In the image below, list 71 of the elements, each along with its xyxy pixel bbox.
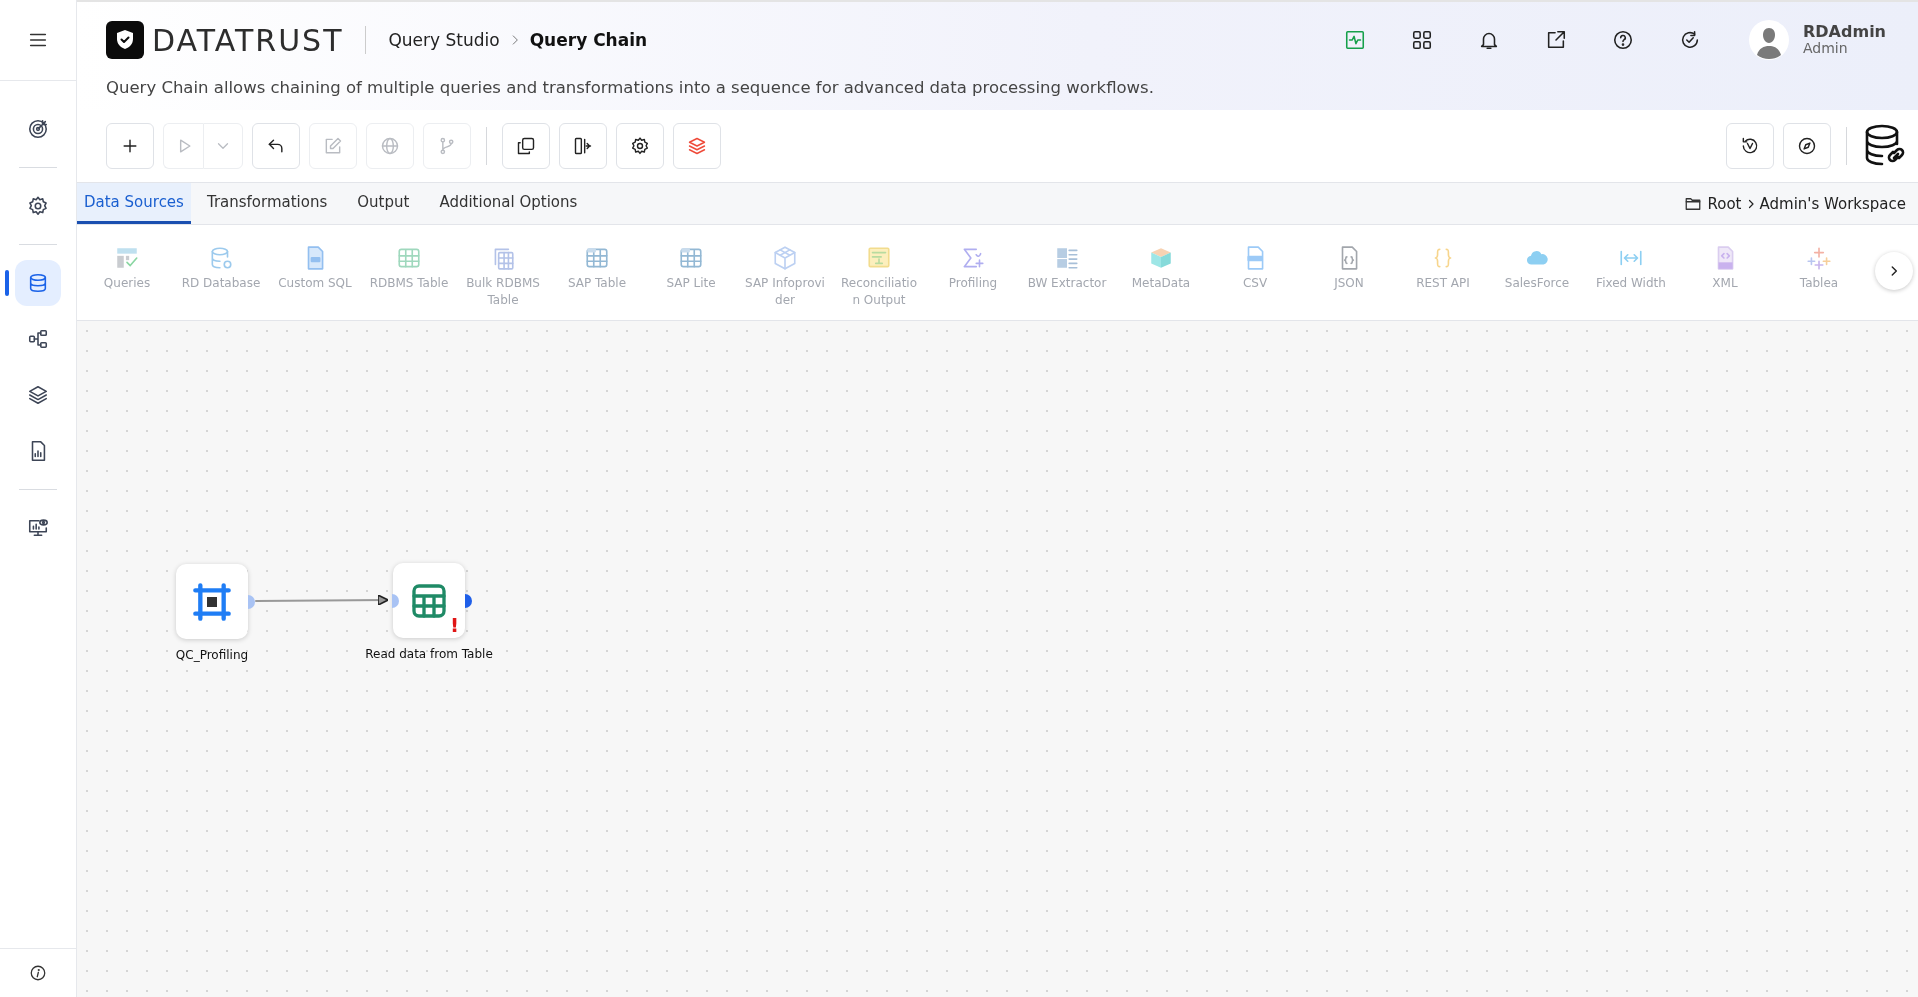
split-panel-button[interactable]	[559, 123, 607, 169]
palette-item[interactable]: MetaData	[1114, 245, 1208, 293]
palette-item[interactable]: Custom SQL	[268, 245, 362, 293]
warning-mark: !	[449, 615, 459, 635]
palette-item[interactable]: XML	[1678, 245, 1772, 293]
stacked-layers-button[interactable]	[673, 123, 721, 169]
tab[interactable]: Transformations	[199, 183, 342, 224]
table-check-icon	[114, 245, 140, 271]
activity-icon	[1343, 29, 1366, 51]
tab[interactable]: Data Sources	[77, 183, 191, 224]
split-panel-icon	[573, 136, 593, 156]
page-description: Query Chain allows chaining of multiple queries and transformations into a sequence for advanced data processing workflows.	[106, 78, 1155, 97]
settings-icon	[27, 195, 49, 217]
palette-item[interactable]: SAP Lite	[644, 245, 738, 293]
node-label: QC_Profiling	[175, 648, 249, 662]
node-card[interactable]	[176, 564, 248, 639]
logo-icon	[106, 21, 144, 59]
connected-nodes-icon	[27, 328, 49, 350]
layers-icon	[27, 384, 49, 406]
copy-icon	[516, 136, 536, 156]
monitor-eye-icon	[27, 517, 49, 539]
info-icon	[29, 964, 47, 982]
input-port[interactable]	[392, 594, 399, 608]
compass-button[interactable]	[1783, 123, 1831, 169]
cross-cluster-icon	[1806, 245, 1832, 271]
breadcrumb-link[interactable]: Query Studio	[388, 30, 500, 50]
location-link[interactable]: Admin's Workspace	[1759, 194, 1906, 213]
brand-name: DATATRUST	[152, 22, 344, 58]
globe-icon	[380, 136, 400, 156]
palette-item[interactable]: REST API	[1396, 245, 1490, 293]
palette-item[interactable]: Bulk RDBMS Table	[456, 245, 550, 310]
frame-icon	[192, 581, 232, 622]
palette-item[interactable]: RD Database	[174, 245, 268, 293]
bw-extractor-icon	[1054, 245, 1080, 271]
palette-item[interactable]: RDBMS Table	[362, 245, 456, 293]
info-button[interactable]	[29, 964, 47, 982]
palette-item[interactable]: SalesForce	[1490, 245, 1584, 293]
palette-item[interactable]: Fixed Width	[1584, 245, 1678, 293]
avatar-icon[interactable]	[1749, 20, 1789, 60]
settings-button[interactable]	[616, 123, 664, 169]
stacked-layers-icon	[687, 136, 707, 156]
user-role: Admin	[1803, 41, 1849, 56]
grid-icon	[1410, 29, 1433, 51]
palette-item[interactable]: Reconciliation Output	[832, 245, 926, 310]
version-history-icon	[1740, 136, 1760, 156]
tab[interactable]: Output	[350, 183, 424, 224]
palette-item[interactable]: SAP Infoprovider	[738, 245, 832, 310]
box-icon	[1148, 245, 1174, 271]
palette-item[interactable]: Tablea	[1772, 245, 1866, 293]
node-card[interactable]: !	[393, 563, 465, 638]
user-name: RDAdmin	[1803, 24, 1886, 42]
location-link[interactable]: Root	[1707, 194, 1742, 213]
cube-icon	[772, 245, 798, 271]
palette-item[interactable]: Queries	[80, 245, 174, 293]
breadcrumb-link[interactable]: Query Chain	[529, 30, 648, 50]
database-icon	[27, 272, 49, 294]
compass-icon	[1797, 136, 1817, 156]
palette-item[interactable]: BW Extractor	[1020, 245, 1114, 293]
palette-item[interactable]: JSON	[1302, 245, 1396, 293]
palette-item[interactable]: CSV	[1208, 245, 1302, 293]
copy-button[interactable]	[502, 123, 550, 169]
settings-icon	[630, 136, 650, 156]
palette-item[interactable]: Profiling	[926, 245, 1020, 293]
edit-icon	[323, 136, 343, 156]
node-label: Read data from Table	[365, 647, 493, 661]
tab[interactable]: Additional Options	[432, 183, 592, 224]
target-icon	[27, 118, 49, 140]
palette-item[interactable]: SAP Table	[550, 245, 644, 293]
output-port[interactable]	[465, 594, 472, 608]
help-icon	[1611, 29, 1634, 51]
version-history-button[interactable]	[1726, 123, 1774, 169]
